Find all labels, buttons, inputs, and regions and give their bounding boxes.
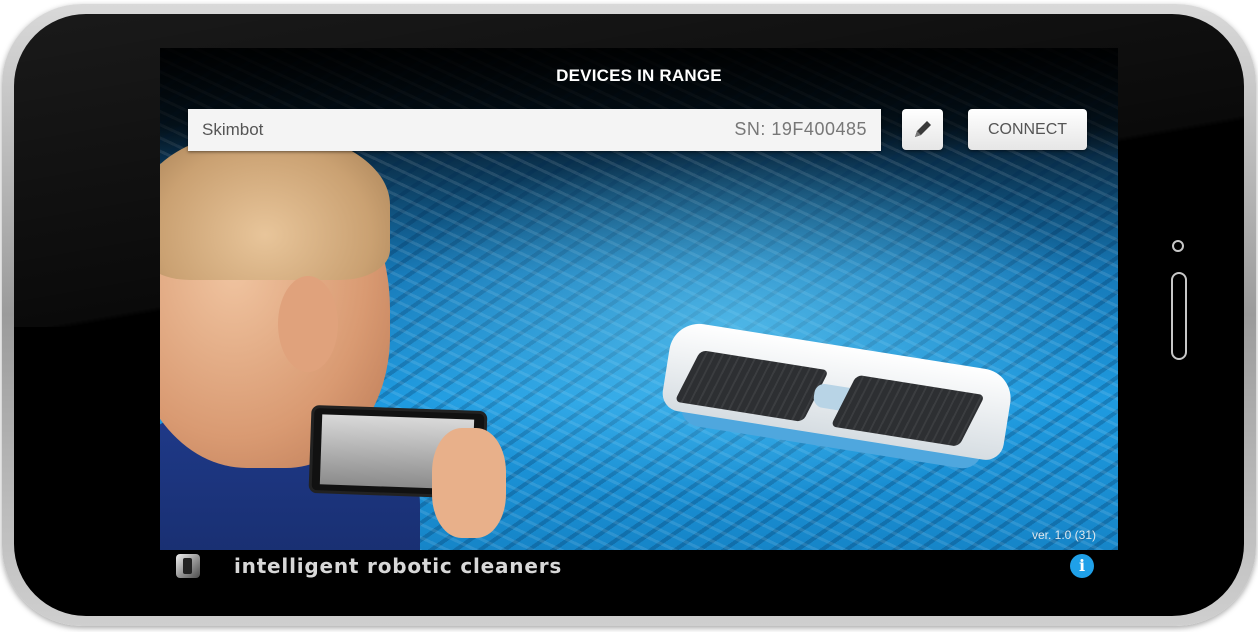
brand-tagline: intelligent robotic cleaners (234, 554, 563, 578)
edit-device-button[interactable] (902, 109, 943, 150)
device-list-item[interactable]: Skimbot SN: 19F400485 (188, 109, 881, 151)
app-screen: DEVICES IN RANGE Skimbot SN: 19F400485 C… (160, 48, 1118, 550)
boy-hair-image (160, 130, 390, 280)
boy-hand-image (432, 428, 506, 538)
solar-panel-right (830, 374, 986, 447)
device-name: Skimbot (202, 120, 264, 139)
info-icon[interactable]: i (1070, 554, 1094, 578)
page-title: DEVICES IN RANGE (556, 66, 722, 85)
pencil-icon (915, 121, 931, 137)
solar-panel-left (674, 350, 830, 422)
bottom-bar: intelligent robotic cleaners i (160, 552, 1118, 582)
boy-ear-image (278, 276, 338, 372)
home-button[interactable] (1171, 272, 1187, 360)
connect-button[interactable]: CONNECT (968, 109, 1087, 150)
brand-logo-icon (176, 554, 200, 578)
version-label: ver. 1.0 (31) (1031, 528, 1096, 542)
camera-sensor (1172, 240, 1184, 252)
device-serial: SN: 19F400485 (734, 119, 867, 139)
